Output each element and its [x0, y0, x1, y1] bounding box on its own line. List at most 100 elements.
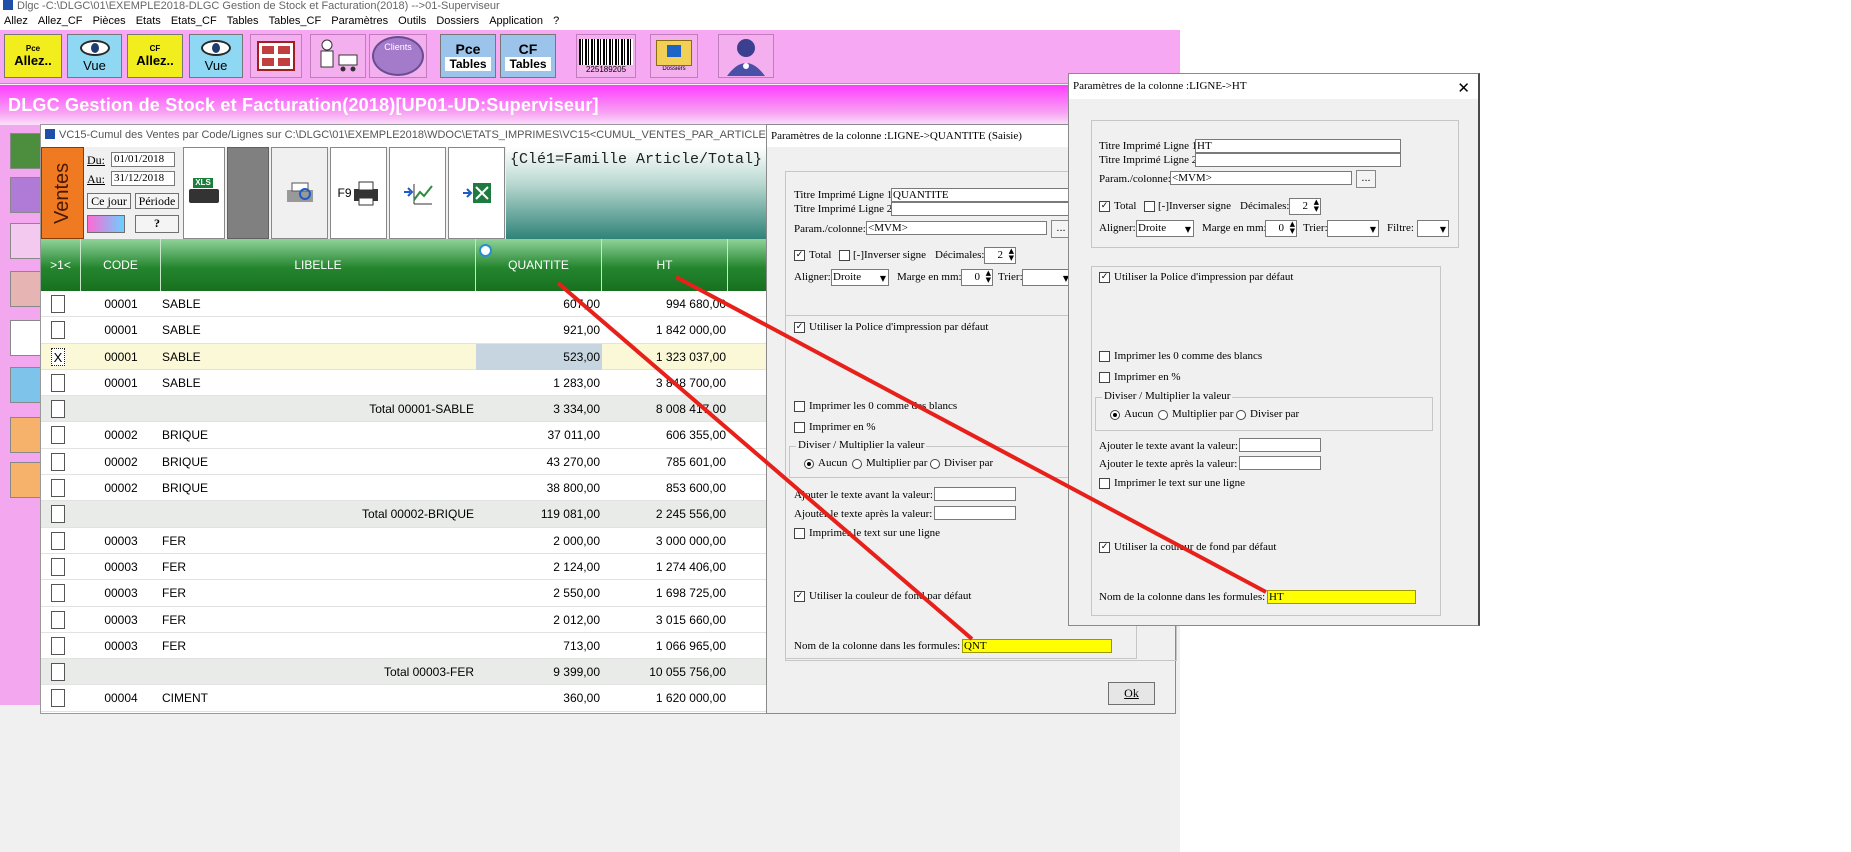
- cf-tables-button[interactable]: CF Tables: [500, 34, 556, 78]
- periode-button[interactable]: Période: [135, 193, 179, 209]
- h-total-checkbox[interactable]: ✓: [1099, 201, 1110, 212]
- h-inverser-checkbox[interactable]: [1144, 201, 1155, 212]
- h-multiplier-radio[interactable]: [1158, 410, 1168, 420]
- ce-jour-button[interactable]: Ce jour: [87, 193, 131, 209]
- q-diviser-radio[interactable]: [930, 459, 940, 469]
- row-select-checkbox[interactable]: [51, 373, 65, 392]
- h-police-checkbox[interactable]: ✓: [1099, 272, 1110, 283]
- menu-outils[interactable]: Outils: [398, 13, 426, 30]
- dossiers-button[interactable]: Dossiers: [650, 34, 698, 78]
- table-row[interactable]: 00003 FER 2 124,00 1 274 406,00: [41, 554, 766, 581]
- table-row[interactable]: 00002 BRIQUE 38 800,00 853 600,00: [41, 475, 766, 502]
- h-param-dots-button[interactable]: ...: [1356, 170, 1376, 188]
- q-total-checkbox[interactable]: ✓: [794, 250, 805, 261]
- menu-allez-cf[interactable]: Allez_CF: [38, 13, 83, 30]
- h-couleur-checkbox[interactable]: ✓: [1099, 542, 1110, 553]
- row-select-checkbox[interactable]: [51, 689, 65, 708]
- menu-dossiers[interactable]: Dossiers: [436, 13, 479, 30]
- h-zeros-checkbox[interactable]: [1099, 351, 1110, 362]
- q-marge-stepper[interactable]: 0 ▲ ▼: [961, 269, 993, 286]
- menu-tables-cf[interactable]: Tables_CF: [269, 13, 322, 30]
- q-aligner-select[interactable]: Droite ▼: [831, 269, 889, 286]
- cabinet-button[interactable]: [250, 34, 302, 78]
- row-select-checkbox[interactable]: [51, 531, 65, 550]
- user-button[interactable]: [718, 34, 774, 78]
- total-row[interactable]: Total 00003-FER 9 399,00 10 055 756,00: [41, 659, 766, 686]
- color-picker-button[interactable]: [87, 215, 125, 233]
- table-row[interactable]: 00003 FER 2 012,00 3 015 660,00: [41, 607, 766, 633]
- print-preview-button[interactable]: [271, 147, 328, 239]
- menu-etats-cf[interactable]: Etats_CF: [171, 13, 217, 30]
- table-row[interactable]: 00001 SABLE 921,00 1 842 000,00: [41, 317, 766, 344]
- row-select-checkbox[interactable]: [51, 505, 65, 524]
- h-decimales-stepper[interactable]: 2 ▲ ▼: [1289, 198, 1321, 215]
- h-pct-checkbox[interactable]: [1099, 372, 1110, 383]
- row-select-checkbox[interactable]: [51, 452, 65, 471]
- table-row[interactable]: 00003 FER 2 000,00 3 000 000,00: [41, 528, 766, 554]
- menu-parametres[interactable]: Paramètres: [331, 13, 388, 30]
- allez-pce-button[interactable]: Pce Allez..: [4, 34, 62, 78]
- left-tool-button-8[interactable]: [10, 462, 42, 498]
- row-select-checkbox[interactable]: [51, 295, 65, 313]
- excel-export-button[interactable]: [448, 147, 505, 239]
- q-inverser-checkbox[interactable]: [839, 250, 850, 261]
- menu-application[interactable]: Application: [489, 13, 543, 30]
- left-tool-button-6[interactable]: [10, 367, 42, 403]
- h-texte-apres-input[interactable]: [1239, 456, 1321, 470]
- menu-pieces[interactable]: Pièces: [93, 13, 126, 30]
- h-aucun-radio[interactable]: [1110, 410, 1120, 420]
- col-header-quantite[interactable]: QUANTITE: [476, 239, 602, 291]
- table-row[interactable]: 00003 FER 2 550,00 1 698 725,00: [41, 580, 766, 607]
- table-row[interactable]: 00004 CIMENT 360,00 1 620 000,00: [41, 685, 766, 712]
- col-header-ht[interactable]: HT: [602, 239, 728, 291]
- menu-help[interactable]: ?: [553, 13, 559, 30]
- h-diviser-radio[interactable]: [1236, 410, 1246, 420]
- table-row[interactable]: 00002 BRIQUE 37 011,00 606 355,00: [41, 422, 766, 449]
- q-decimales-stepper[interactable]: 2 ▲ ▼: [984, 247, 1016, 264]
- vue-pce-button[interactable]: Vue: [67, 34, 122, 78]
- h-nom-colonne-input[interactable]: HT: [1267, 590, 1416, 604]
- row-select-checkbox[interactable]: [51, 610, 65, 629]
- row-select-checkbox[interactable]: [51, 584, 65, 603]
- refresh-icon[interactable]: [479, 244, 492, 257]
- table-row[interactable]: 00002 BRIQUE 43 270,00 785 601,00: [41, 449, 766, 476]
- left-tool-button-5[interactable]: [10, 320, 42, 356]
- row-select-checkbox[interactable]: [51, 557, 65, 576]
- row-select-checkbox[interactable]: [51, 321, 65, 340]
- q-pct-checkbox[interactable]: [794, 422, 805, 433]
- left-tool-button-4[interactable]: [10, 271, 42, 307]
- table-row[interactable]: X 00001 SABLE 523,00 1 323 037,00: [41, 343, 766, 370]
- q-zeros-checkbox[interactable]: [794, 401, 805, 412]
- q-police-checkbox[interactable]: ✓: [794, 322, 805, 333]
- left-tool-button-1[interactable]: [10, 133, 42, 169]
- table-row[interactable]: 00001 SABLE 1 283,00 3 848 700,00: [41, 370, 766, 397]
- row-select-checkbox[interactable]: [51, 400, 65, 419]
- col-header-code[interactable]: CODE: [81, 239, 161, 291]
- shop-button[interactable]: [310, 34, 366, 78]
- h-trier-select[interactable]: ▼: [1327, 220, 1379, 237]
- h-titre2-input[interactable]: [1195, 153, 1401, 167]
- q-param-input[interactable]: <MVM>: [866, 221, 1047, 235]
- vue-cf-button[interactable]: Vue: [189, 34, 243, 78]
- q-text-ligne-checkbox[interactable]: [794, 528, 805, 539]
- q-couleur-checkbox[interactable]: ✓: [794, 591, 805, 602]
- q-trier-select[interactable]: ▼: [1022, 269, 1072, 286]
- q-aucun-radio[interactable]: [804, 459, 814, 469]
- left-tool-button-7[interactable]: [10, 417, 42, 453]
- left-tool-button-3[interactable]: [10, 223, 42, 259]
- menu-allez[interactable]: Allez: [4, 13, 28, 30]
- q-texte-avant-input[interactable]: [934, 487, 1016, 501]
- col-header-libelle[interactable]: LIBELLE: [161, 239, 476, 291]
- clients-button[interactable]: Clients: [369, 34, 427, 78]
- h-param-input[interactable]: <MVM>: [1170, 171, 1352, 185]
- row-select-checkbox[interactable]: [51, 636, 65, 655]
- row-select-checkbox[interactable]: [51, 663, 65, 682]
- q-ok-button[interactable]: Ok: [1108, 682, 1155, 705]
- h-texte-avant-input[interactable]: [1239, 438, 1321, 452]
- pce-tables-button[interactable]: Pce Tables: [440, 34, 496, 78]
- total-row[interactable]: Total 00002-BRIQUE 119 081,00 2 245 556,00: [41, 501, 766, 528]
- h-text-ligne-checkbox[interactable]: [1099, 478, 1110, 489]
- h-filtre-select[interactable]: ▼: [1417, 220, 1449, 237]
- h-marge-stepper[interactable]: 0 ▲ ▼: [1265, 220, 1297, 237]
- q-nom-colonne-input[interactable]: QNT: [962, 639, 1112, 653]
